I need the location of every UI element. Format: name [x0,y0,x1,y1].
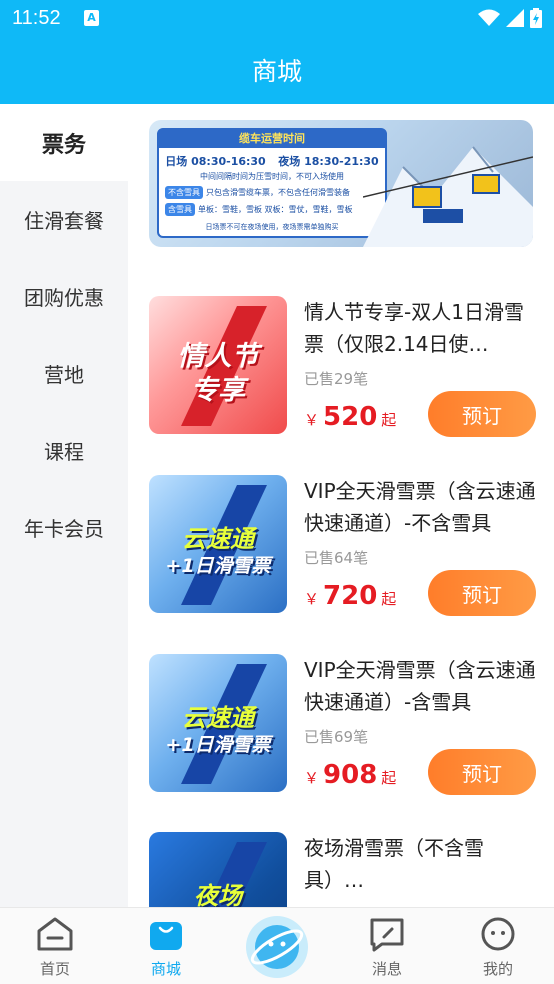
sold-count: 已售69笔 [304,728,369,746]
sidebar-item-lodging-package[interactable]: 住滑套餐 [0,181,128,258]
price-value: 908 [323,760,378,790]
cable-car-illustration [363,146,533,247]
product-price: ￥ 520 起 [304,402,396,432]
book-button[interactable]: 预订 [428,391,536,437]
product-price: ￥ 720 起 [304,581,396,611]
price-currency: ￥ [304,590,320,608]
banner-tip: 中间间隔时间为压雪时间，不可入场使用 [200,172,344,181]
sidebar-item-group-deals[interactable]: 团购优惠 [0,258,128,335]
home-icon [37,917,73,951]
sold-count: 已售29笔 [304,370,369,388]
banner-tag-with-gear: 含雪具 [165,203,195,216]
product-name[interactable]: VIP全天滑雪票（含云速通快速通道）-含雪具 [304,654,536,718]
shop-bag-icon [150,922,182,950]
banner-tag-no-gear: 不含雪具 [165,186,203,199]
status-time: 11:52 [12,7,61,29]
product-card[interactable]: 云速通 +1日滑雪票 VIP全天滑雪票（含云速通快速通道）-不含雪具 已售64笔… [149,475,539,616]
category-sidebar: 票务 住滑套餐 团购优惠 营地 课程 年卡会员 [0,104,128,907]
sidebar-item-tickets[interactable]: 票务 [0,104,128,181]
sim-card-icon: A [84,10,99,26]
nav-profile-label: 我的 [482,960,513,978]
product-price: ￥ 908 起 [304,760,396,790]
thumb-title-line2: +1日滑雪票 [165,555,271,577]
price-value: 720 [323,581,378,611]
nav-messages[interactable]: 消息 [347,908,427,984]
thumb-title-line1: 夜场 [194,882,242,907]
battery-icon [530,8,542,28]
wifi-icon [478,9,500,26]
price-currency: ￥ [304,769,320,787]
banner-tag-with-gear-text: 单板：雪鞋，雪板 双板：雪仗，雪鞋，雪板 [198,205,353,214]
profile-face-icon [481,917,515,951]
sidebar-item-courses[interactable]: 课程 [0,412,128,489]
product-thumbnail: 夜场 [149,832,287,907]
product-card[interactable]: 云速通 +1日滑雪票 VIP全天滑雪票（含云速通快速通道）-含雪具 已售69笔 … [149,654,539,795]
book-button[interactable]: 预订 [428,749,536,795]
price-suffix: 起 [381,590,397,608]
message-icon [370,918,404,952]
banner-footer: 日场票不可在夜场使用，夜场票需单独购买 [205,223,339,231]
planet-icon [250,925,304,969]
promo-banner[interactable]: 缆车运营时间 日场 08:30-16:30 夜场 18:30-21:30 中间间… [149,120,533,247]
nav-messages-label: 消息 [371,960,402,978]
nav-profile[interactable]: 我的 [458,908,538,984]
product-thumbnail: 情人节 专享 [149,296,287,434]
product-card[interactable]: 情人节 专享 情人节专享-双人1日滑雪票（仅限2.14日使… 已售29笔 ￥ 5… [149,296,539,437]
nav-shop-label: 商城 [150,960,181,978]
thumb-title-line1: 云速通 [182,704,254,732]
product-name[interactable]: 夜场滑雪票（不含雪具）… [304,832,536,896]
sold-count: 已售64笔 [304,549,369,567]
nav-shop[interactable]: 商城 [126,908,206,984]
thumb-title-line1: 云速通 [182,525,254,553]
center-planet-button[interactable] [246,916,308,978]
status-indicators [478,7,542,29]
product-thumbnail: 云速通 +1日滑雪票 [149,475,287,613]
header-bar: 11:52 A 商城 [0,0,554,104]
page-title: 商城 [251,57,302,86]
status-bar: 11:52 A [0,0,554,38]
banner-heading: 缆车运营时间 [159,130,385,148]
product-thumbnail: 云速通 +1日滑雪票 [149,654,287,792]
price-value: 520 [323,402,378,432]
thumb-title-line2: +1日滑雪票 [165,734,271,756]
day-session-hours: 日场 08:30-16:30 [165,155,266,168]
signal-icon [506,9,524,27]
sidebar-item-camp[interactable]: 营地 [0,335,128,412]
price-suffix: 起 [381,769,397,787]
book-button[interactable]: 预订 [428,570,536,616]
product-name[interactable]: 情人节专享-双人1日滑雪票（仅限2.14日使… [304,296,536,360]
product-card[interactable]: 夜场 夜场滑雪票（不含雪具）… [149,832,539,907]
nav-home-label: 首页 [39,960,70,978]
schedule-board: 缆车运营时间 日场 08:30-16:30 夜场 18:30-21:30 中间间… [157,128,387,238]
banner-tag-no-gear-text: 只包含滑雪缆车票，不包含任何滑雪装备 [206,188,350,197]
product-list: 缆车运营时间 日场 08:30-16:30 夜场 18:30-21:30 中间间… [128,104,554,907]
price-suffix: 起 [381,411,397,429]
nav-home[interactable]: 首页 [15,908,95,984]
product-name[interactable]: VIP全天滑雪票（含云速通快速通道）-不含雪具 [304,475,536,539]
sidebar-item-annual-membership[interactable]: 年卡会员 [0,489,128,566]
thumb-title-line2: 专享 [191,375,245,406]
price-currency: ￥ [304,411,320,429]
